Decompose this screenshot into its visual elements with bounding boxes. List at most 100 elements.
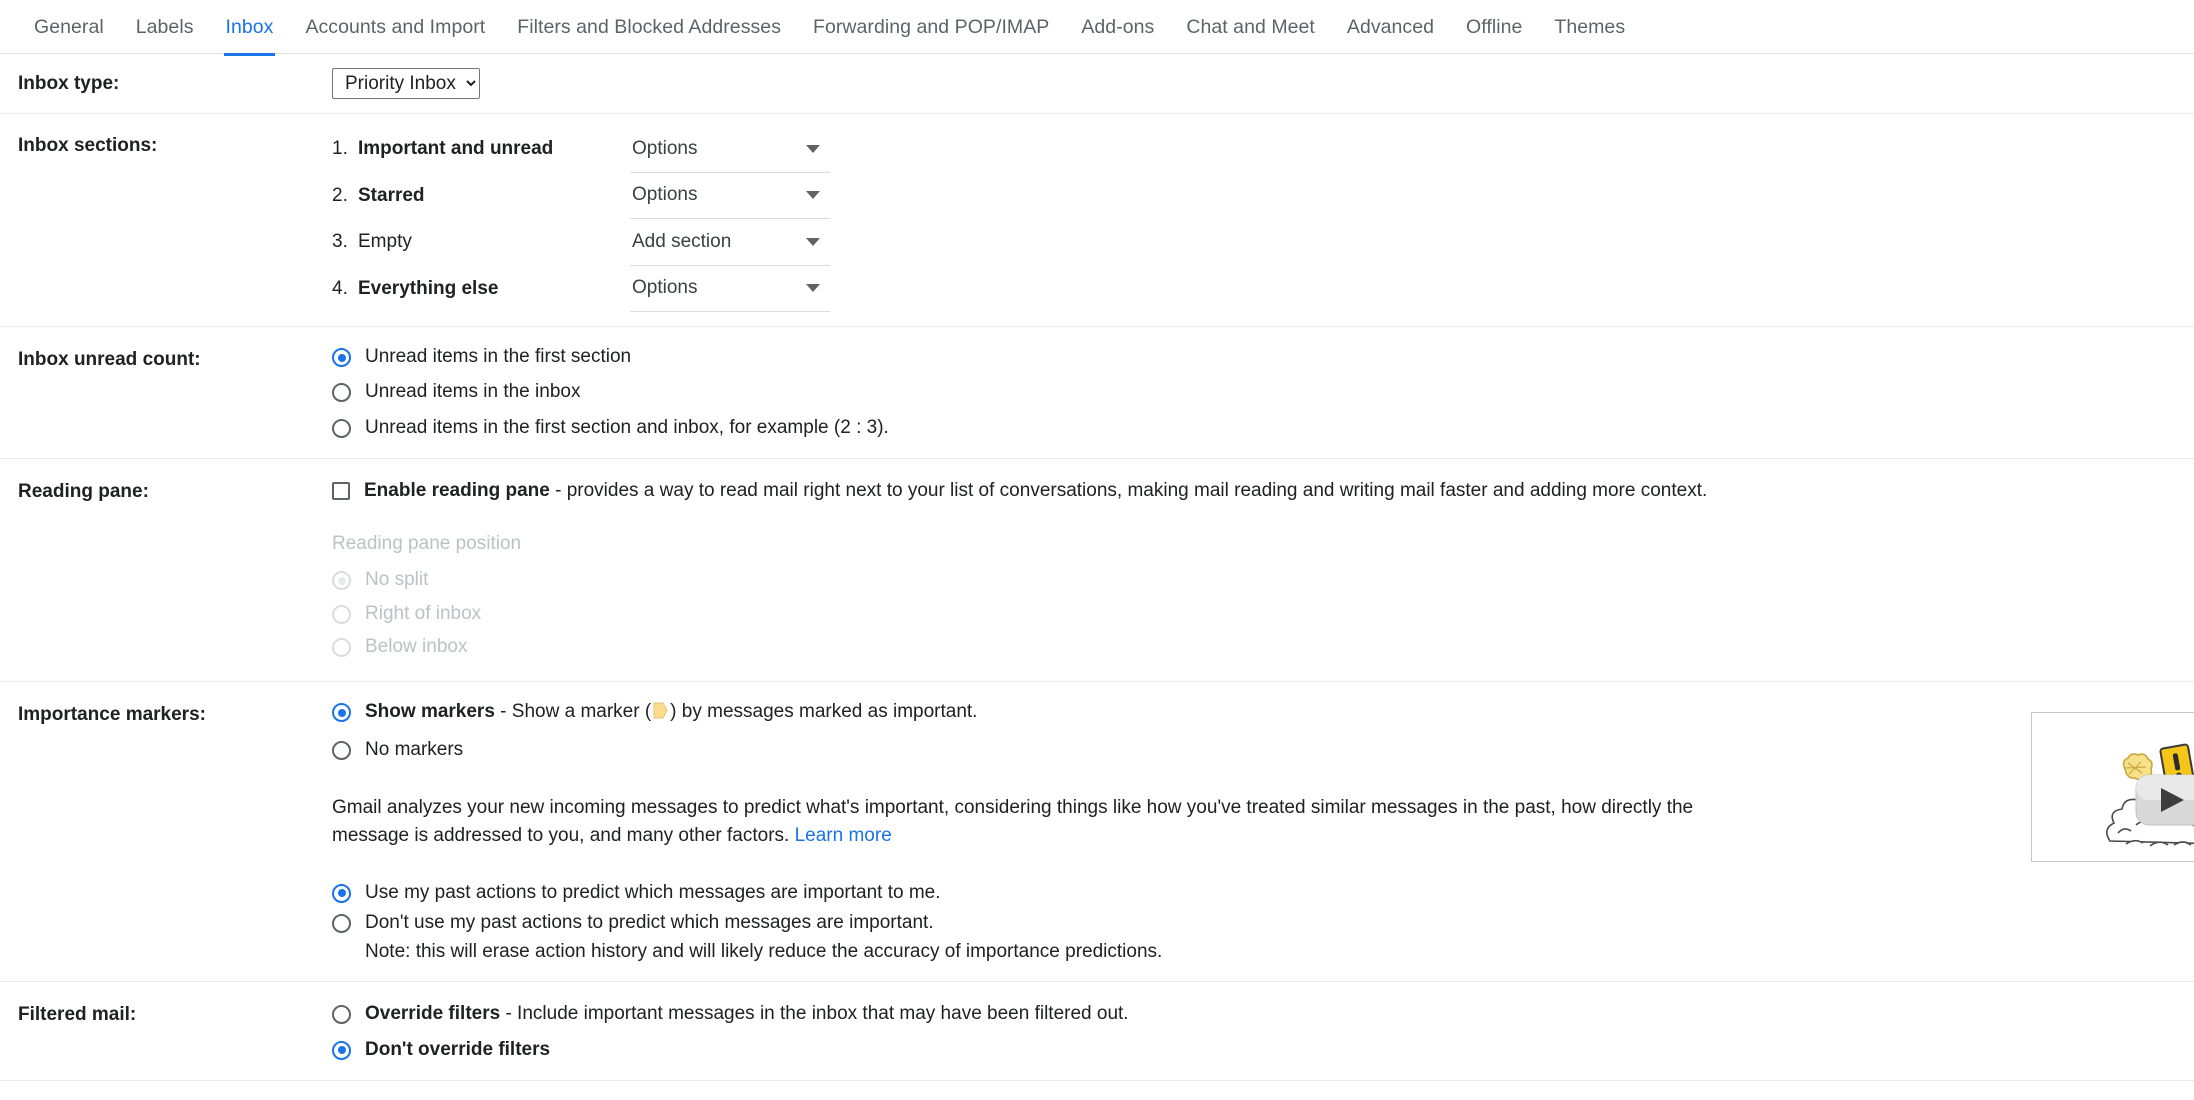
override-filters-bold: Override filters — [365, 1003, 501, 1025]
inbox-section-item: 2. Starred Options — [332, 173, 2194, 219]
dont-use-past-actions-option[interactable]: Don't use my past actions to predict whi… — [332, 911, 2194, 935]
priority-inbox-video-thumbnail[interactable] — [2031, 712, 2194, 863]
importance-markers-label: Importance markers: — [18, 704, 206, 726]
override-filters-option[interactable]: Override filters - Include important mes… — [332, 1002, 2194, 1026]
enable-reading-pane-bold: Enable reading pane — [364, 479, 550, 501]
reading-pane-row: Reading pane: Enable reading pane - prov… — [0, 459, 2194, 683]
radio-icon[interactable] — [332, 383, 351, 403]
add-section-dropdown[interactable]: Add section — [630, 219, 830, 266]
checkbox-icon[interactable] — [332, 481, 350, 500]
section-options-label: Options — [632, 137, 698, 159]
inbox-unread-count-label: Inbox unread count: — [18, 349, 201, 370]
show-markers-option[interactable]: Show markers - Show a marker ( ) by messa… — [332, 700, 2194, 726]
radio-icon[interactable] — [332, 348, 351, 367]
importance-explanation-text: Gmail analyzes your new incoming message… — [332, 796, 1694, 847]
inbox-section-item: 1. Important and unread Options — [332, 126, 2194, 173]
section-options-dropdown[interactable]: Options — [630, 126, 830, 173]
tab-chat-and-meet[interactable]: Chat and Meet — [1170, 0, 1331, 55]
tab-offline[interactable]: Offline — [1450, 0, 1538, 55]
unread-count-option-inbox[interactable]: Unread items in the inbox — [332, 380, 2194, 404]
section-number: 4. — [332, 277, 348, 299]
option-label: Right of inbox — [365, 602, 482, 624]
tab-general[interactable]: General — [18, 0, 120, 55]
inbox-sections-row: Inbox sections: 1. Important and unread … — [0, 114, 2194, 327]
learn-more-link[interactable]: Learn more — [795, 825, 892, 846]
radio-icon — [332, 637, 351, 657]
tab-add-ons[interactable]: Add-ons — [1065, 0, 1170, 55]
radio-icon[interactable] — [332, 418, 351, 438]
option-label: Don't use my past actions to predict whi… — [365, 912, 934, 934]
filtered-mail-row: Filtered mail: Override filters - Includ… — [0, 982, 2194, 1082]
enable-reading-pane-option[interactable]: Enable reading pane - provides a way to … — [332, 479, 2194, 503]
radio-icon[interactable] — [332, 883, 351, 903]
reading-pane-position-title: Reading pane position — [332, 533, 522, 555]
show-markers-text: Show markers - Show a marker ( ) by messa… — [365, 700, 977, 726]
option-label: Unread items in the inbox — [365, 381, 581, 403]
enable-reading-pane-text: Enable reading pane - provides a way to … — [364, 479, 1707, 503]
section-name: Empty — [358, 231, 412, 253]
section-options-label: Options — [632, 184, 698, 206]
radio-icon[interactable] — [332, 740, 351, 760]
section-options-dropdown[interactable]: Options — [630, 173, 830, 219]
option-label: Don't override filters — [365, 1038, 551, 1060]
tab-accounts-and-import[interactable]: Accounts and Import — [289, 0, 501, 55]
dont-override-filters-option[interactable]: Don't override filters — [332, 1038, 2194, 1062]
chevron-down-icon — [806, 191, 820, 200]
importance-markers-row: Importance markers: Show markers - Show … — [0, 682, 2194, 983]
enable-reading-pane-description: - provides a way to read mail right next… — [549, 479, 1708, 501]
option-label: Unread items in the first section and in… — [365, 416, 889, 438]
show-markers-pre: - Show a marker ( — [494, 701, 652, 723]
radio-icon[interactable] — [332, 703, 351, 723]
chevron-down-icon — [806, 284, 820, 293]
use-past-actions-option[interactable]: Use my past actions to predict which mes… — [332, 881, 2194, 905]
radio-icon[interactable] — [332, 1005, 351, 1025]
section-number: 1. — [332, 138, 348, 160]
inbox-section-item: 3. Empty Add section — [332, 219, 2194, 266]
option-label: No markers — [365, 738, 464, 760]
filtered-mail-label: Filtered mail: — [18, 1004, 137, 1026]
past-actions-note: Note: this will erase action history and… — [365, 941, 1163, 963]
reading-pane-label: Reading pane: — [18, 480, 149, 502]
inbox-type-label: Inbox type: — [18, 73, 120, 94]
unread-count-option-both[interactable]: Unread items in the first section and in… — [332, 416, 2194, 440]
option-label: Use my past actions to predict which mes… — [365, 881, 941, 903]
inbox-section-item: 4. Everything else Options — [332, 266, 2194, 312]
section-options-dropdown[interactable]: Options — [630, 266, 830, 312]
unread-count-option-first-section[interactable]: Unread items in the first section — [332, 345, 2194, 369]
reading-pane-position-below-inbox: Below inbox — [332, 635, 2194, 659]
radio-icon[interactable] — [332, 914, 351, 934]
add-section-label: Add section — [632, 230, 732, 252]
tab-filters-and-blocked-addresses[interactable]: Filters and Blocked Addresses — [501, 0, 797, 55]
importance-explanation-paragraph: Gmail analyzes your new incoming message… — [332, 794, 1732, 851]
radio-icon[interactable] — [332, 1040, 351, 1060]
show-markers-post: ) by messages marked as important. — [670, 701, 978, 723]
chevron-down-icon — [806, 237, 820, 246]
inbox-unread-count-row: Inbox unread count: Unread items in the … — [0, 327, 2194, 459]
inbox-type-row: Inbox type: Priority Inbox — [0, 54, 2194, 114]
past-actions-options: Use my past actions to predict which mes… — [332, 881, 2194, 964]
tab-advanced[interactable]: Advanced — [1331, 0, 1450, 55]
inbox-type-select[interactable]: Priority Inbox — [332, 68, 480, 99]
no-markers-option[interactable]: No markers — [332, 738, 2194, 762]
inbox-sections-label: Inbox sections: — [18, 135, 158, 156]
importance-marker-icon — [653, 702, 668, 726]
radio-icon — [332, 571, 351, 591]
section-name: Important and unread — [358, 138, 554, 160]
tab-forwarding-and-pop-imap[interactable]: Forwarding and POP/IMAP — [797, 0, 1065, 55]
show-markers-bold: Show markers — [365, 701, 495, 723]
chevron-down-icon — [806, 144, 820, 153]
tab-themes[interactable]: Themes — [1538, 0, 1641, 55]
settings-tab-bar: General Labels Inbox Accounts and Import… — [0, 0, 2194, 55]
section-name: Starred — [358, 184, 425, 206]
section-number: 3. — [332, 231, 348, 253]
override-filters-text: Override filters - Include important mes… — [365, 1002, 1129, 1026]
option-label: Unread items in the first section — [365, 346, 632, 367]
section-number: 2. — [332, 184, 348, 206]
override-filters-description: - Include important messages in the inbo… — [500, 1003, 1129, 1025]
option-label: No split — [365, 569, 429, 591]
section-options-label: Options — [632, 277, 698, 299]
tab-inbox[interactable]: Inbox — [210, 0, 290, 55]
radio-icon — [332, 604, 351, 624]
tab-labels[interactable]: Labels — [120, 0, 210, 55]
section-name: Everything else — [358, 277, 499, 299]
